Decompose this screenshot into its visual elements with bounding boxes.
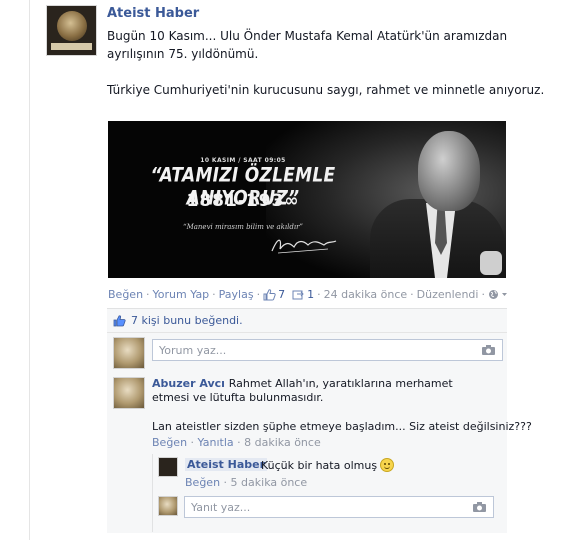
commenter-avatar[interactable]: [113, 377, 145, 409]
post-author[interactable]: Ateist Haber: [107, 6, 199, 21]
page-avatar[interactable]: [46, 5, 97, 56]
camera-icon[interactable]: [481, 344, 496, 356]
post-text-line: Bugün 10 Kasım... Ulu Önder Mustafa Kema…: [107, 29, 508, 43]
comment-reply-link[interactable]: Yanıtla: [198, 436, 234, 449]
chevron-down-icon[interactable]: [501, 291, 508, 298]
comment-time[interactable]: 8 dakika önce: [244, 436, 321, 449]
reply-text: Küçük bir hata olmuş: [261, 458, 395, 472]
reply-author-avatar[interactable]: [158, 457, 178, 477]
share-link[interactable]: Paylaş: [219, 288, 254, 301]
reply-time[interactable]: 5 dakika önce: [231, 476, 308, 489]
post-text: Bugün 10 Kasım... Ulu Önder Mustafa Kema…: [107, 27, 545, 99]
banner-quote: “Manevi mirasım bilim ve akıldır”: [183, 223, 303, 231]
post-text-line: ayrılışının 75. yıldönümü.: [107, 47, 259, 61]
like-link[interactable]: Beğen: [108, 288, 143, 301]
banner-years: 1881-193∞: [186, 191, 300, 211]
share-count[interactable]: 1: [307, 288, 314, 301]
reply-like-link[interactable]: Beğen: [185, 476, 220, 489]
comment-link[interactable]: Yorum Yap: [153, 288, 210, 301]
reply-meta: Beğen · 5 dakika önce: [185, 476, 308, 489]
reply-input[interactable]: Yanıt yaz...: [184, 496, 494, 518]
reply-author[interactable]: Ateist Haber: [185, 458, 268, 471]
like-count[interactable]: 7: [278, 288, 285, 301]
feed-left-border: [29, 0, 30, 540]
likes-summary-link[interactable]: 7 kişi bunu beğendi.: [131, 314, 243, 327]
globe-icon[interactable]: [488, 289, 499, 300]
signature: [271, 239, 337, 254]
edited-link[interactable]: Düzenlendi: [417, 288, 479, 301]
comment-body: Abuzer Avcı Rahmet Allah'ın, yaratıkları…: [152, 377, 482, 405]
share-icon: [292, 290, 304, 299]
smiley-icon: [380, 458, 395, 472]
reply-thread: Ateist Haber Küçük bir hata olmuş Beğen …: [152, 454, 502, 532]
viewer-avatar-small[interactable]: [158, 496, 178, 516]
comments-section: 7 kişi bunu beğendi. Yorum yaz... Abuzer…: [107, 308, 532, 533]
post-time[interactable]: 24 dakika önce: [324, 288, 408, 301]
comment-text-2: Lan ateistler sizden şüphe etmeye başlad…: [152, 420, 532, 433]
camera-icon[interactable]: [472, 501, 487, 513]
viewer-avatar[interactable]: [113, 337, 145, 369]
post-image[interactable]: 10 KASIM / SAAT 09:05 “ATAMIZI ÖZLEMLE A…: [108, 121, 506, 278]
comment-like-link[interactable]: Beğen: [152, 436, 187, 449]
portrait-head: [418, 131, 480, 211]
banner-date: 10 KASIM / SAAT 09:05: [200, 157, 286, 164]
comment-meta: Beğen · Yanıtla · 8 dakika önce: [152, 436, 321, 449]
comment-author[interactable]: Abuzer Avcı: [152, 377, 229, 390]
page-logo-icon: [57, 11, 87, 41]
comment-input[interactable]: Yorum yaz...: [152, 339, 503, 361]
likes-summary-row: 7 kişi bunu beğendi.: [107, 309, 507, 333]
post-actions: Beğen · Yorum Yap · Paylaş · 7 1 · 24 da…: [108, 288, 510, 301]
comment-composer: Yorum yaz...: [113, 337, 505, 369]
thumbs-up-icon: [113, 314, 126, 326]
post-text-line: Türkiye Cumhuriyeti'nin kurucusunu saygı…: [107, 83, 545, 97]
thumbs-up-icon: [263, 288, 276, 300]
